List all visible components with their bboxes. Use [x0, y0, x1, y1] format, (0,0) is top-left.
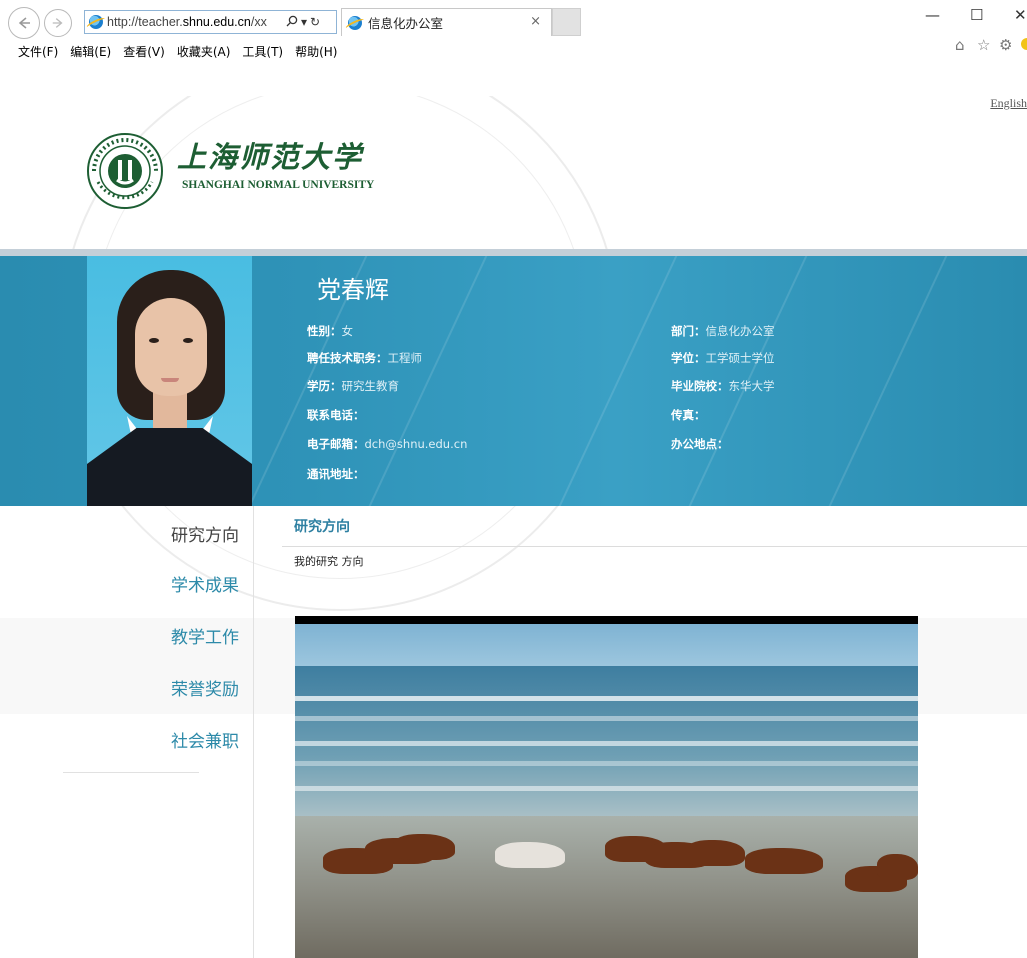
- sidenav-item-research[interactable]: 研究方向: [171, 521, 239, 546]
- english-link[interactable]: English: [990, 96, 1027, 111]
- university-name-cn: 上海师范大学: [177, 140, 364, 174]
- tab-title: 信息化办公室: [368, 16, 444, 31]
- address-bar[interactable]: http://teacher.shnu.edu.cn/xx ▾ ↻: [84, 10, 337, 34]
- favorites-star-icon[interactable]: ☆: [977, 36, 990, 54]
- maximize-icon[interactable]: ☐: [970, 6, 983, 24]
- info-fax: 传真：: [671, 408, 706, 422]
- sidenav-item-teaching[interactable]: 教学工作: [171, 623, 239, 648]
- info-address: 通讯地址：: [307, 467, 365, 481]
- content-text: 我的研究 方向: [294, 555, 364, 568]
- info-alma-mater: 毕业院校：东华大学: [671, 379, 775, 393]
- browser-chrome: http://teacher.shnu.edu.cn/xx ▾ ↻ 信息化办公室…: [0, 0, 1027, 100]
- info-education: 学历：研究生教育: [307, 379, 399, 393]
- browser-tab[interactable]: 信息化办公室 ×: [341, 8, 552, 36]
- profile-banner: 党春辉 性别：女 聘任技术职务：工程师 学历：研究生教育 联系电话： 电子邮箱：…: [0, 256, 1027, 506]
- content-title: 研究方向: [294, 519, 350, 535]
- info-department: 部门：信息化办公室: [671, 324, 775, 338]
- info-phone: 联系电话：: [307, 408, 365, 422]
- new-tab-button[interactable]: [552, 8, 581, 36]
- content-rule: [282, 546, 1027, 547]
- content-image-horses: [295, 616, 918, 958]
- header-divider: [0, 249, 1027, 256]
- sidenav-divider: [253, 506, 254, 958]
- person-name: 党春辉: [317, 276, 389, 304]
- info-gender: 性别：女: [307, 324, 353, 338]
- back-button[interactable]: [8, 7, 40, 39]
- profile-photo: [87, 256, 252, 506]
- sidenav-item-social[interactable]: 社会兼职: [171, 727, 239, 752]
- menu-edit[interactable]: 编辑(E): [70, 40, 111, 60]
- info-office: 办公地点：: [671, 437, 729, 451]
- smiley-feedback-icon[interactable]: [1021, 38, 1027, 50]
- university-name-en: SHANGHAI NORMAL UNIVERSITY: [182, 179, 375, 191]
- side-navigation: 研究方向 学术成果 教学工作 荣誉奖励 社会兼职: [0, 506, 254, 958]
- address-dropdown-icon[interactable]: ▾: [301, 15, 307, 29]
- banner-streak: [812, 256, 950, 506]
- university-logo-icon: [87, 133, 163, 209]
- url-text[interactable]: http://teacher.shnu.edu.cn/xx: [107, 15, 283, 29]
- forward-arrow-icon: [52, 18, 63, 28]
- web-page: English 上海师范大学 SHANGHAI NORMAL UNIVERSIT…: [0, 96, 1027, 958]
- menu-favorites[interactable]: 收藏夹(A): [177, 40, 231, 60]
- minimize-icon[interactable]: —: [925, 6, 940, 24]
- menu-view[interactable]: 查看(V): [123, 40, 165, 60]
- menu-tools[interactable]: 工具(T): [242, 40, 283, 60]
- back-arrow-icon: [18, 17, 30, 29]
- settings-gear-icon[interactable]: ⚙: [999, 36, 1012, 54]
- search-icon[interactable]: [286, 15, 298, 30]
- banner-streak: [542, 256, 680, 506]
- forward-button[interactable]: [44, 9, 72, 37]
- sidenav-rule: [63, 772, 199, 773]
- close-window-icon[interactable]: ✕: [1014, 6, 1027, 24]
- info-degree: 学位：工学硕士学位: [671, 351, 775, 365]
- sidenav-item-honors[interactable]: 荣誉奖励: [171, 675, 239, 700]
- tab-close-icon[interactable]: ×: [530, 14, 541, 29]
- menu-help[interactable]: 帮助(H): [295, 40, 337, 60]
- info-email: 电子邮箱：dch@shnu.edu.cn: [307, 437, 468, 451]
- tab-favicon-icon: [348, 15, 362, 30]
- ie-logo-icon: [89, 15, 103, 29]
- home-icon[interactable]: ⌂: [955, 36, 965, 54]
- menu-file[interactable]: 文件(F): [18, 40, 58, 60]
- info-title: 聘任技术职务：工程师: [307, 351, 422, 365]
- sidenav-item-achievements[interactable]: 学术成果: [171, 571, 239, 596]
- menu-bar: 文件(F) 编辑(E) 查看(V) 收藏夹(A) 工具(T) 帮助(H): [0, 40, 337, 60]
- refresh-icon[interactable]: ↻: [310, 15, 320, 29]
